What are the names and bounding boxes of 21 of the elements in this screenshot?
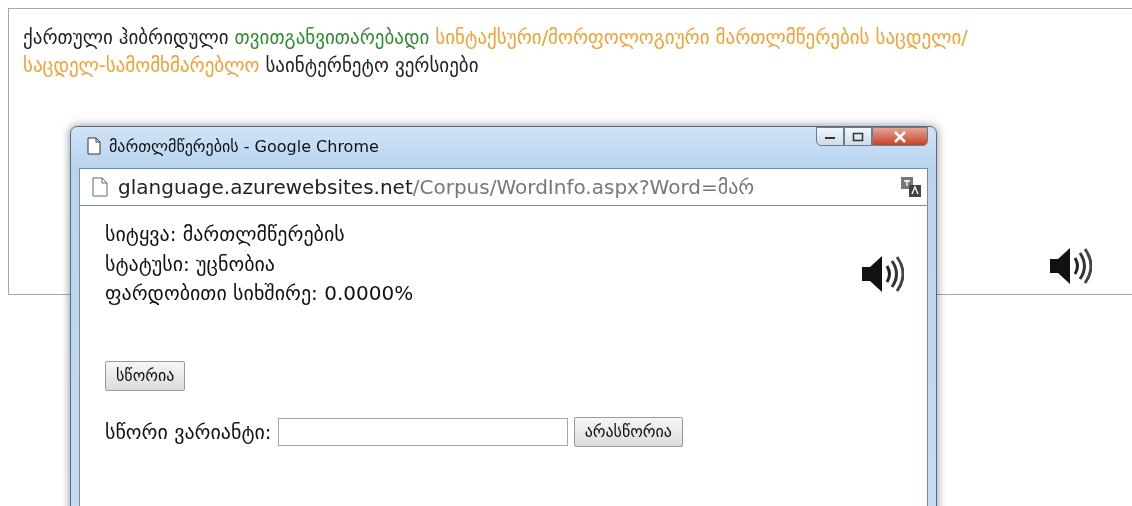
maximize-icon [852, 131, 864, 142]
incorrect-button[interactable]: არასწორია [573, 416, 683, 447]
close-icon [893, 130, 907, 143]
page-icon [92, 177, 108, 197]
intro-text: ქართული ჰიბრიდული თვითგანვითარებადი სინტაქსური/მორფოლოგიური მართლმწერების საცდელი/საცდელ-სამომხმარებლო საინტერნეტო ვერსიები [23, 25, 969, 79]
variant-label: სწორი ვარიანტი: [105, 419, 272, 444]
window-title: მართლმწერების - Google Chrome [109, 136, 380, 156]
address-bar[interactable]: glanguage.azurewebsites.net/Corpus/WordInfo.aspx?Word=მარ [79, 168, 928, 206]
variant-field[interactable] [277, 417, 568, 446]
page-icon [87, 137, 101, 155]
translate-icon[interactable] [901, 177, 921, 197]
minimize-button[interactable] [816, 127, 844, 146]
speaker-icon[interactable] [1048, 246, 1092, 286]
info-line: სტატუსი: უცნობია [105, 250, 276, 278]
info-line: ფარდობითი სიხშირე: 0.0000% [105, 280, 414, 307]
correct-button[interactable]: სწორია [105, 360, 186, 391]
info-line: სიტყვა: მართლმწერების [105, 221, 345, 248]
url-text: glanguage.azurewebsites.net/Corpus/WordInfo.aspx?Word=მარ [118, 175, 756, 199]
speaker-icon[interactable] [860, 254, 904, 294]
maximize-button[interactable] [844, 127, 872, 146]
close-button[interactable] [872, 127, 928, 146]
